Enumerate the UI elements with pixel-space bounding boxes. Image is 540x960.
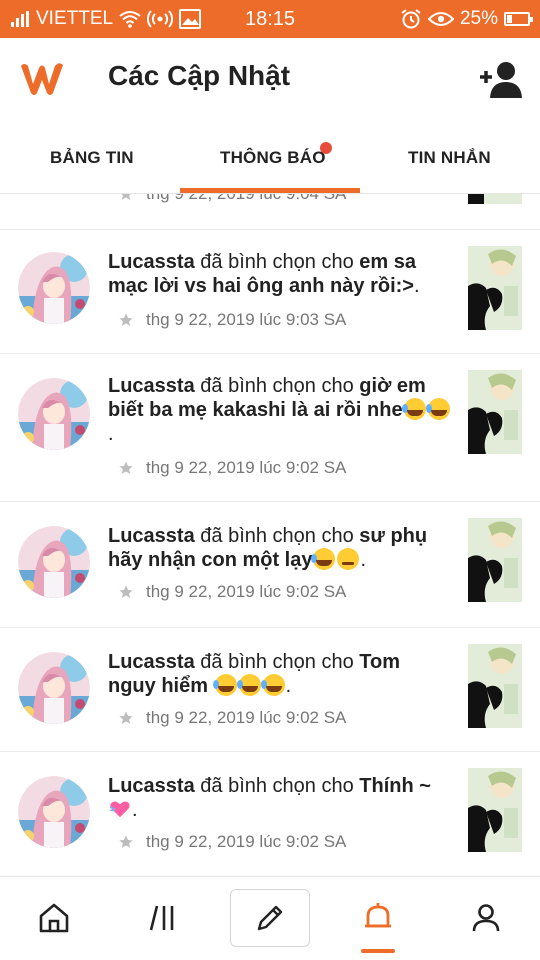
notification-text: Lucassta đã bình chọn cho Tom nguy hiểm … [108, 650, 453, 698]
star-icon [119, 313, 133, 326]
tears-of-joy-emoji-icon [236, 674, 261, 696]
notification-meta: thg 9 22, 2019 lúc 9:02 SA [118, 708, 346, 728]
story-cover-thumbnail[interactable] [468, 194, 522, 204]
list-item[interactable]: Lucassta đã bình chọn cho em sa mạc lời … [0, 230, 540, 354]
app-header: Các Cập Nhật [0, 38, 540, 120]
story-cover-thumbnail[interactable] [468, 370, 522, 454]
avatar[interactable] [18, 378, 90, 450]
tab-notifications[interactable]: THÔNG BÁO [220, 148, 326, 168]
notification-meta: thg 9 22, 2019 lúc 9:04 SA [118, 194, 346, 204]
notification-tail: . [413, 275, 420, 297]
gallery-icon [179, 9, 202, 29]
tears-of-joy-emoji-icon [212, 674, 237, 696]
notification-tail: . [360, 549, 367, 571]
bottom-nav [0, 876, 540, 960]
tears-of-joy-emoji-icon [401, 398, 426, 420]
list-item[interactable]: thg 9 22, 2019 lúc 9:04 SA [0, 194, 540, 230]
profile-icon [472, 904, 500, 932]
notification-timestamp: thg 9 22, 2019 lúc 9:03 SA [146, 310, 347, 329]
star-icon [119, 585, 133, 598]
story-cover-thumbnail[interactable] [468, 518, 522, 602]
eye-icon [427, 11, 454, 27]
notification-action: đã bình chọn cho [194, 775, 360, 797]
pencil-icon [257, 905, 283, 931]
notification-meta: thg 9 22, 2019 lúc 9:03 SA [118, 310, 346, 330]
nav-write[interactable] [230, 889, 310, 947]
story-cover-thumbnail[interactable] [468, 644, 522, 728]
home-icon [39, 903, 69, 933]
page-title: Các Cập Nhật [108, 60, 291, 91]
notification-timestamp: thg 9 22, 2019 lúc 9:02 SA [146, 458, 347, 477]
alarm-icon [400, 9, 422, 29]
story-cover-thumbnail[interactable] [468, 768, 522, 852]
nav-home[interactable] [14, 889, 94, 947]
story-cover-thumbnail[interactable] [468, 246, 522, 330]
tab-news-feed[interactable]: BẢNG TIN [50, 148, 134, 168]
notification-timestamp: thg 9 22, 2019 lúc 9:04 SA [146, 194, 346, 204]
notification-list[interactable]: thg 9 22, 2019 lúc 9:04 SA Lucassta đã b… [0, 194, 540, 874]
notification-user[interactable]: Lucassta [108, 775, 195, 797]
battery-icon [504, 12, 533, 26]
add-user-icon[interactable] [478, 60, 524, 100]
star-icon [119, 461, 133, 474]
bell-icon [365, 903, 391, 928]
active-nav-indicator [361, 949, 395, 953]
notification-action: đã bình chọn cho [194, 651, 360, 673]
wattpad-logo-icon[interactable] [18, 60, 66, 98]
battery-percent: 25% [459, 8, 498, 29]
wifi-icon [119, 10, 141, 28]
list-item[interactable]: Lucassta đã bình chọn cho Tom nguy hiểm … [0, 628, 540, 752]
notification-action: đã bình chọn cho [194, 375, 360, 397]
notification-user[interactable]: Lucassta [108, 375, 195, 397]
library-icon [149, 905, 174, 931]
notification-text: Lucassta đã bình chọn cho Thính ~. [108, 774, 453, 822]
tab-messages[interactable]: TIN NHẮN [408, 148, 491, 168]
notification-user[interactable]: Lucassta [108, 651, 195, 673]
notification-target[interactable]: Thính ~ [359, 775, 431, 797]
nav-notifications[interactable] [338, 889, 418, 947]
status-bar: VIETTEL 18:15 25% [0, 0, 540, 38]
carrier-name: VIETTEL [36, 8, 114, 29]
tears-of-joy-emoji-icon [425, 398, 450, 420]
notification-timestamp: thg 9 22, 2019 lúc 9:02 SA [146, 582, 347, 601]
notification-tail: . [132, 799, 138, 821]
tears-of-joy-emoji-icon [311, 548, 336, 570]
status-left: VIETTEL [10, 8, 202, 30]
star-icon [119, 835, 133, 848]
avatar[interactable] [18, 776, 90, 848]
status-right: 25% [400, 8, 533, 30]
signal-icon [10, 11, 30, 27]
notification-meta: thg 9 22, 2019 lúc 9:02 SA [118, 458, 346, 478]
tab-bar: BẢNG TIN THÔNG BÁO TIN NHẮN [0, 120, 540, 194]
notification-text: Lucassta đã bình chọn cho giờ em biết ba… [108, 374, 453, 446]
notification-tail: . [285, 675, 292, 697]
notification-action: đã bình chọn cho [194, 251, 360, 273]
heart-emoji-icon [109, 798, 131, 820]
avatar[interactable] [18, 526, 90, 598]
notification-user[interactable]: Lucassta [108, 251, 195, 273]
notification-meta: thg 9 22, 2019 lúc 9:02 SA [118, 832, 346, 852]
active-tab-indicator [180, 188, 360, 193]
relieved-face-emoji-icon [337, 548, 360, 570]
star-icon [121, 194, 131, 200]
unread-dot [320, 142, 332, 154]
notification-timestamp: thg 9 22, 2019 lúc 9:02 SA [146, 708, 347, 727]
notification-text: Lucassta đã bình chọn cho sư phụ hãy nhậ… [108, 524, 453, 572]
nav-library[interactable] [124, 889, 204, 947]
star-icon [119, 711, 133, 724]
hotspot-icon [147, 9, 174, 29]
tears-of-joy-emoji-icon [260, 674, 285, 696]
avatar[interactable] [18, 652, 90, 724]
list-item[interactable]: Lucassta đã bình chọn cho Thính ~. thg 9… [0, 752, 540, 874]
notification-meta: thg 9 22, 2019 lúc 9:02 SA [118, 582, 346, 602]
notification-timestamp: thg 9 22, 2019 lúc 9:02 SA [146, 832, 347, 851]
list-item[interactable]: Lucassta đã bình chọn cho giờ em biết ba… [0, 354, 540, 502]
notification-user[interactable]: Lucassta [108, 525, 195, 547]
avatar[interactable] [18, 252, 90, 324]
notification-action: đã bình chọn cho [194, 525, 360, 547]
nav-profile[interactable] [446, 889, 526, 947]
list-item[interactable]: Lucassta đã bình chọn cho sư phụ hãy nhậ… [0, 502, 540, 628]
notification-tail: . [108, 423, 114, 445]
notification-text: Lucassta đã bình chọn cho em sa mạc lời … [108, 250, 453, 298]
